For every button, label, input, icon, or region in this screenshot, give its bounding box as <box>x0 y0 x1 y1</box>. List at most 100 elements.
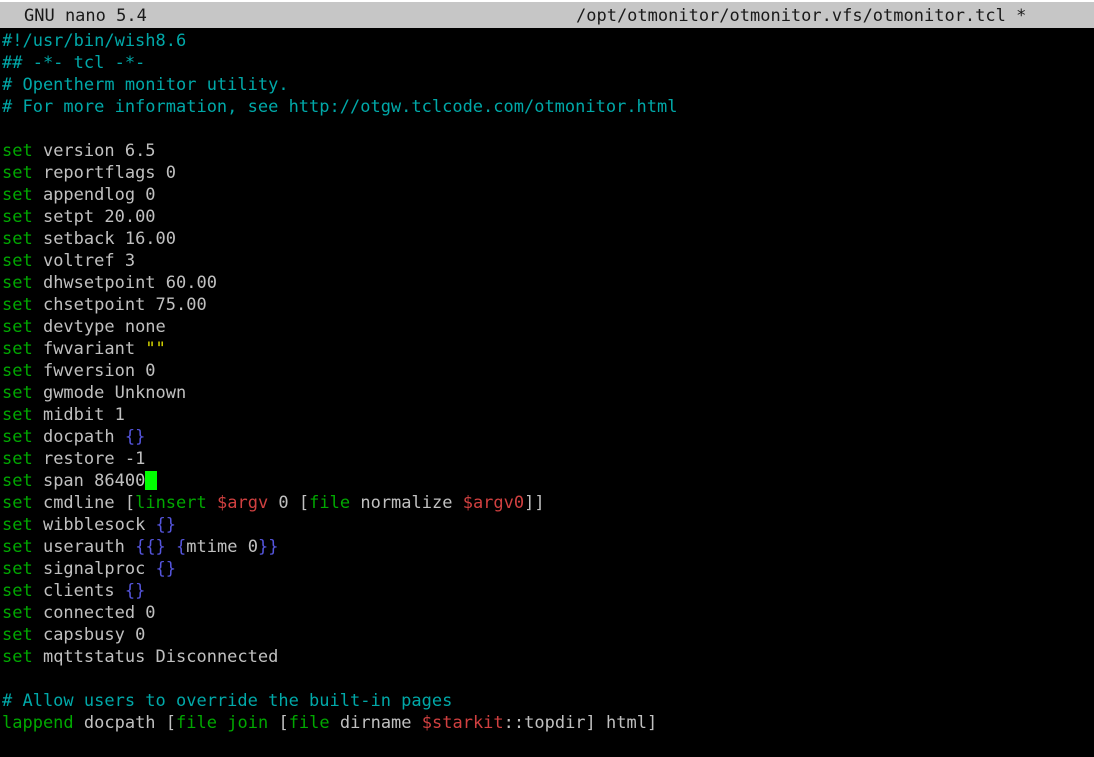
code-line[interactable]: set wibblesock {} <box>0 514 1094 536</box>
token-keyword: join <box>227 713 269 733</box>
token-plain: setback 16.00 <box>32 229 177 249</box>
code-line[interactable]: # For more information, see http://otgw.… <box>0 96 1094 118</box>
token-plain: mqttstatus Disconnected <box>32 647 279 667</box>
code-line[interactable]: set fwvariant "" <box>0 338 1094 360</box>
token-plain: clients <box>32 581 125 601</box>
code-line[interactable]: set mqttstatus Disconnected <box>0 646 1094 668</box>
token-bracket: [ <box>165 713 177 733</box>
title-bar: GNU nano 5.4 /opt/otmonitor/otmonitor.vf… <box>0 0 1094 28</box>
token-plain: connected 0 <box>32 603 156 623</box>
code-line[interactable]: set reportflags 0 <box>0 162 1094 184</box>
code-line[interactable]: set version 6.5 <box>0 140 1094 162</box>
code-line[interactable]: set devtype none <box>0 316 1094 338</box>
token-plain: fwvariant <box>32 339 146 359</box>
token-plain: docpath <box>73 713 166 733</box>
token-keyword: set <box>2 647 33 667</box>
code-line[interactable]: set cmdline [linsert $argv 0 [file norma… <box>0 492 1094 514</box>
token-keyword: linsert <box>135 493 207 513</box>
token-keyword: lappend <box>2 713 74 733</box>
token-plain: version 6.5 <box>32 141 156 161</box>
token-plain: span 86400 <box>32 471 146 491</box>
token-bracket: ] html] <box>585 713 658 733</box>
token-keyword: set <box>2 427 33 447</box>
code-line[interactable] <box>0 118 1094 140</box>
token-keyword: set <box>2 603 33 623</box>
token-comment: # Opentherm monitor utility. <box>2 75 289 95</box>
modified-asterisk: * <box>1016 6 1027 26</box>
token-brace: {} <box>124 581 146 601</box>
token-plain: voltref 3 <box>32 251 136 271</box>
token-keyword: set <box>2 581 33 601</box>
token-plain: dhwsetpoint 60.00 <box>32 273 217 293</box>
code-line[interactable]: set midbit 1 <box>0 404 1094 426</box>
code-line[interactable]: set dhwsetpoint 60.00 <box>0 272 1094 294</box>
code-line[interactable]: set voltref 3 <box>0 250 1094 272</box>
token-plain: 0 <box>268 493 299 513</box>
code-line[interactable] <box>0 668 1094 690</box>
editor-text-area[interactable]: #!/usr/bin/wish8.6 ## -*- tcl -*- # Openth… <box>0 28 1094 757</box>
code-line[interactable]: lappend docpath [file join [file dirname… <box>0 712 1094 734</box>
token-keyword: set <box>2 361 33 381</box>
token-plain: docpath <box>32 427 125 447</box>
app-title: GNU nano 5.4 <box>24 6 147 26</box>
code-line[interactable]: set span 86400 <box>0 470 1094 492</box>
token-comment: # For more information, see http://otgw.… <box>2 97 678 117</box>
code-line[interactable]: set restore -1 <box>0 448 1094 470</box>
token-keyword: set <box>2 229 33 249</box>
token-plain: userauth <box>32 537 136 557</box>
token-keyword: set <box>2 163 33 183</box>
code-line[interactable]: set docpath {} <box>0 426 1094 448</box>
token-plain: fwversion 0 <box>32 361 156 381</box>
code-line[interactable]: set signalproc {} <box>0 558 1094 580</box>
token-plain: signalproc <box>32 559 156 579</box>
nano-editor-window: GNU nano 5.4 /opt/otmonitor/otmonitor.vf… <box>0 0 1094 757</box>
code-line[interactable]: set appendlog 0 <box>0 184 1094 206</box>
token-keyword: set <box>2 537 33 557</box>
token-brace: {} <box>155 559 177 579</box>
token-comment: # Allow users to override the built-in p… <box>2 691 453 711</box>
token-keyword: set <box>2 207 33 227</box>
token-keyword: set <box>2 317 33 337</box>
code-line[interactable]: set connected 0 <box>0 602 1094 624</box>
token-plain: setpt 20.00 <box>32 207 156 227</box>
token-keyword: file <box>176 713 217 733</box>
code-line[interactable]: set setpt 20.00 <box>0 206 1094 228</box>
token-plain: dirname <box>329 713 422 733</box>
token-keyword: file <box>288 713 330 733</box>
token-plain: capsbusy 0 <box>32 625 146 645</box>
token-plain: normalize <box>350 493 463 513</box>
code-line[interactable]: set chsetpoint 75.00 <box>0 294 1094 316</box>
token-keyword: set <box>2 185 33 205</box>
token-plain: wibblesock <box>32 515 156 535</box>
token-keyword: set <box>2 493 33 513</box>
token-keyword: set <box>2 251 33 271</box>
token-keyword: set <box>2 559 33 579</box>
token-plain: devtype none <box>32 317 166 337</box>
code-line[interactable]: ## -*- tcl -*- <box>0 52 1094 74</box>
token-keyword: file <box>309 493 351 513</box>
code-line[interactable]: #!/usr/bin/wish8.6 <box>0 30 1094 52</box>
code-line[interactable]: set clients {} <box>0 580 1094 602</box>
code-line[interactable]: set gwmode Unknown <box>0 382 1094 404</box>
token-comment: #!/usr/bin/wish8.6 <box>2 31 187 51</box>
token-brace: {} <box>124 427 146 447</box>
token-comment: ## -*- tcl -*- <box>2 53 146 73</box>
text-cursor <box>145 471 158 490</box>
token-bracket: ]] <box>524 493 545 513</box>
token-keyword: set <box>2 625 33 645</box>
token-plain: cmdline <box>32 493 125 513</box>
token-keyword: set <box>2 515 33 535</box>
token-keyword: set <box>2 449 33 469</box>
token-brace: }} <box>257 537 279 557</box>
code-line[interactable]: # Opentherm monitor utility. <box>0 74 1094 96</box>
code-line[interactable]: set userauth {{} {mtime 0}} <box>0 536 1094 558</box>
code-line[interactable]: set fwversion 0 <box>0 360 1094 382</box>
token-brace: {} <box>155 515 177 535</box>
code-line[interactable]: set setback 16.00 <box>0 228 1094 250</box>
code-line[interactable]: # Allow users to override the built-in p… <box>0 690 1094 712</box>
token-plain: gwmode Unknown <box>32 383 187 403</box>
file-path-text: /opt/otmonitor/otmonitor.vfs/otmonitor.t… <box>576 6 1006 26</box>
code-line[interactable]: set capsbusy 0 <box>0 624 1094 646</box>
